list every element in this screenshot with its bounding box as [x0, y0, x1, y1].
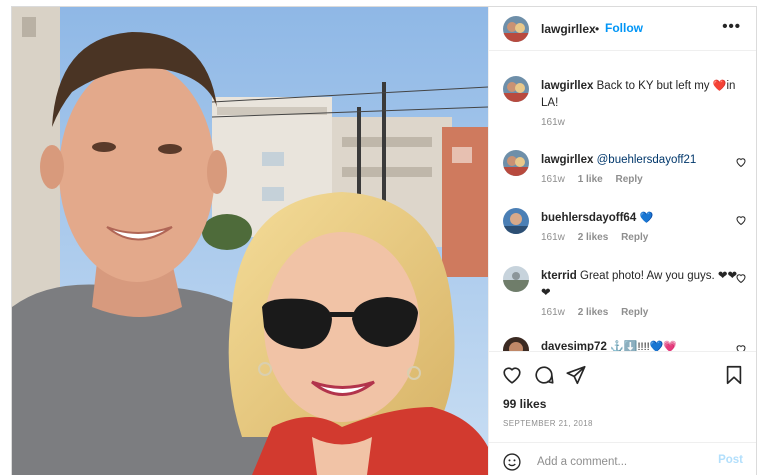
comment-text: kterrid Great photo! Aw you guys. ❤❤❤ [541, 268, 741, 302]
comment-meta: 161w 2 likes Reply [541, 232, 658, 243]
profile-photo-icon[interactable] [503, 208, 529, 234]
instagram-post: lawgirllex • Follow ••• lawgirllex Back … [11, 6, 757, 475]
comment-likes[interactable]: 1 like [578, 174, 603, 185]
comment-username[interactable]: kterrid [541, 270, 577, 282]
caption-username[interactable]: lawgirllex [541, 80, 593, 92]
smiley-icon[interactable] [502, 452, 522, 472]
comment-meta: 161w 1 like Reply [541, 174, 653, 185]
reply-button[interactable]: Reply [621, 307, 648, 318]
comment-like-heart-icon[interactable] [735, 272, 747, 284]
comment-body: ⚓⬇️!!!!💙💗 [610, 341, 678, 351]
comment-mention[interactable]: @buehlersdayoff21 [597, 154, 697, 166]
caption-meta: 161w [541, 117, 575, 128]
follow-button[interactable]: Follow [605, 21, 643, 35]
comment-username[interactable]: davesimp72 [541, 341, 607, 351]
profile-photo-icon[interactable] [503, 150, 529, 176]
comment-likes[interactable]: 2 likes [578, 307, 609, 318]
comment-like-heart-icon[interactable] [735, 156, 747, 168]
reply-button[interactable]: Reply [621, 232, 648, 243]
add-comment-bar: Post [489, 442, 756, 475]
comment-username[interactable]: buehlersdayoff64 [541, 212, 636, 224]
comment-like-heart-icon[interactable] [735, 343, 747, 351]
post-side-panel: lawgirllex • Follow ••• lawgirllex Back … [488, 7, 756, 475]
profile-photo-icon[interactable] [503, 16, 529, 42]
post-photo[interactable] [12, 7, 488, 475]
profile-photo-icon[interactable] [503, 76, 529, 102]
paper-plane-icon[interactable] [565, 364, 587, 386]
timestamp[interactable]: 161w [541, 117, 565, 128]
separator-dot: • [595, 22, 600, 36]
profile-photo-icon[interactable] [503, 337, 529, 351]
caption-text: lawgirllex Back to KY but left my ❤️in L… [541, 78, 741, 112]
post-actions: 99 likes SEPTEMBER 21, 2018 Post [489, 351, 756, 475]
comments-list[interactable]: lawgirllex Back to KY but left my ❤️in L… [489, 51, 756, 351]
comment-like-heart-icon[interactable] [735, 214, 747, 226]
comment-text: lawgirllex @buehlersdayoff21 [541, 152, 741, 169]
caption-body: Back to KY but left my [596, 80, 713, 92]
selfie-photo [12, 7, 488, 475]
comment-text: buehlersdayoff64 💙 [541, 210, 741, 227]
add-comment-input[interactable] [535, 452, 709, 472]
reply-button[interactable]: Reply [616, 174, 643, 185]
post-header: lawgirllex • Follow ••• [489, 7, 756, 51]
timestamp[interactable]: 161w [541, 174, 565, 185]
post-comment-button[interactable]: Post [718, 454, 743, 466]
comment-likes[interactable]: 2 likes [578, 232, 609, 243]
timestamp[interactable]: 161w [541, 307, 565, 318]
comment-username[interactable]: lawgirllex [541, 154, 593, 166]
blue-heart-emoji: 💙 [639, 212, 654, 224]
post-date[interactable]: SEPTEMBER 21, 2018 [503, 419, 593, 428]
comment-text: davesimp72 ⚓⬇️!!!!💙💗 [541, 339, 741, 351]
post-author-username[interactable]: lawgirllex [541, 22, 596, 36]
profile-photo-icon[interactable] [503, 266, 529, 292]
timestamp[interactable]: 161w [541, 232, 565, 243]
comment-meta: 161w 2 likes Reply [541, 307, 658, 318]
like-count[interactable]: 99 likes [503, 397, 546, 411]
heart-emoji: ❤️ [712, 80, 727, 92]
comment-bubble-icon[interactable] [533, 364, 555, 386]
bookmark-icon[interactable] [723, 364, 745, 386]
heart-icon[interactable] [501, 364, 523, 386]
more-options-icon[interactable]: ••• [722, 18, 741, 35]
